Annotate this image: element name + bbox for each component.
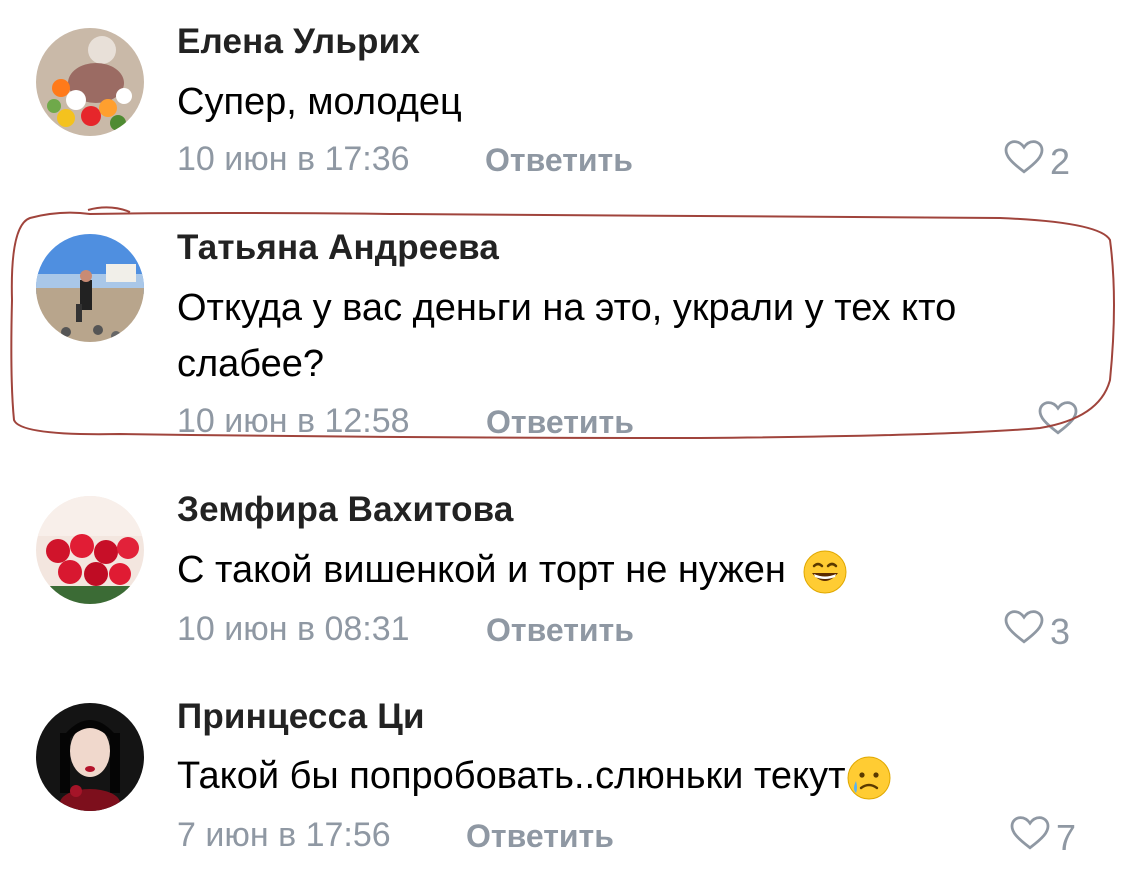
comment-text-body: Такой бы попробовать..слюньки текут [177,755,846,797]
author-name[interactable]: Татьяна Андреева [177,228,499,268]
reply-button[interactable]: Ответить [486,404,634,441]
avatar[interactable] [36,496,144,604]
comment-text-body: Супер, молодец [177,81,462,123]
heart-icon [1004,139,1044,184]
like-count: 3 [1050,610,1071,652]
avatar[interactable] [36,28,144,136]
like-button[interactable]: 2 [1004,139,1070,184]
comment-text: С такой вишенкой и торт не нужен [177,542,1097,598]
comment-text: Такой бы попробовать..слюньки текут [177,748,1097,804]
author-name[interactable]: Принцесса Ци [177,697,425,737]
like-button[interactable]: 3 [1004,609,1070,654]
like-button[interactable] [1038,400,1084,445]
avatar[interactable] [36,703,144,811]
heart-icon [1038,400,1078,445]
comment-text-body: Откуда у вас деньги на это, украли у тех… [177,287,957,385]
heart-icon [1004,609,1044,654]
author-name[interactable]: Елена Ульрих [177,22,420,62]
avatar[interactable] [36,234,144,342]
grinning-face-emoji-icon [802,549,848,595]
comment-text-body: С такой вишенкой и торт не нужен [177,549,786,591]
like-button[interactable]: 7 [1010,815,1076,860]
like-count: 2 [1050,140,1071,182]
reply-button[interactable]: Ответить [466,818,614,855]
comment-text: Откуда у вас деньги на это, украли у тех… [177,280,1097,392]
comment-date: 10 июн в 17:36 [177,140,410,178]
comment-text: Супер, молодец [177,74,1097,130]
comment-date: 10 июн в 08:31 [177,610,410,648]
heart-icon [1010,815,1050,860]
comment-date: 10 июн в 12:58 [177,402,410,440]
comment-date: 7 июн в 17:56 [177,816,391,854]
author-name[interactable]: Земфира Вахитова [177,490,514,530]
reply-button[interactable]: Ответить [485,142,633,179]
reply-button[interactable]: Ответить [486,612,634,649]
sad-but-relieved-face-emoji-icon [846,755,892,801]
like-count: 7 [1056,816,1077,858]
